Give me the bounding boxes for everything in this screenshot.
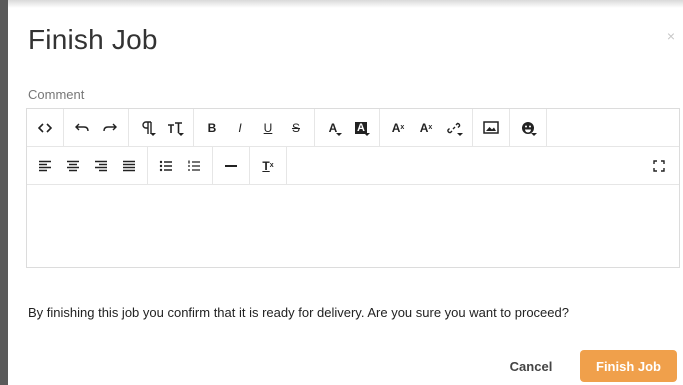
superscript-glyph: A	[391, 120, 401, 135]
cancel-button[interactable]: Cancel	[494, 350, 568, 382]
background-edge	[0, 0, 8, 385]
font-size-icon[interactable]	[161, 114, 189, 142]
subscript-glyph: A	[419, 120, 429, 135]
modal-shadow	[8, 0, 683, 8]
clear-format-icon[interactable]: Tx	[254, 152, 282, 180]
undo-icon[interactable]	[68, 114, 96, 142]
fullscreen-icon[interactable]	[645, 152, 673, 180]
bold-icon[interactable]: B	[198, 114, 226, 142]
toolbar-row-2: Tx	[27, 147, 679, 185]
comment-label: Comment	[28, 87, 85, 102]
code-view-icon[interactable]	[31, 114, 59, 142]
ordered-list-icon[interactable]	[180, 152, 208, 180]
dialog-title: Finish Job	[28, 24, 158, 55]
strikethrough-icon[interactable]: S	[282, 114, 310, 142]
redo-icon[interactable]	[96, 114, 124, 142]
background-color-icon[interactable]: A	[347, 114, 375, 142]
unordered-list-icon[interactable]	[152, 152, 180, 180]
align-left-icon[interactable]	[31, 152, 59, 180]
image-icon[interactable]	[477, 114, 505, 142]
subscript-icon[interactable]: Ax	[412, 114, 440, 142]
text-color-icon[interactable]: A	[319, 114, 347, 142]
paragraph-format-icon[interactable]	[133, 114, 161, 142]
horizontal-rule-icon[interactable]	[217, 152, 245, 180]
emoji-icon[interactable]	[514, 114, 542, 142]
align-right-icon[interactable]	[87, 152, 115, 180]
superscript-icon[interactable]: Ax	[384, 114, 412, 142]
comment-text-area[interactable]	[27, 185, 679, 269]
confirmation-message: By finishing this job you confirm that i…	[28, 305, 569, 320]
align-justify-icon[interactable]	[115, 152, 143, 180]
toolbar-row-1: B I U S A A Ax Ax	[27, 109, 679, 147]
close-icon[interactable]: ×	[667, 28, 675, 44]
finish-job-dialog: Finish Job × Comment B I U S A A A x A x…	[8, 8, 683, 385]
clear-format-glyph: T	[262, 158, 270, 173]
finish-job-button[interactable]: Finish Job	[580, 350, 677, 382]
italic-icon[interactable]: I	[226, 114, 254, 142]
link-icon[interactable]	[440, 114, 468, 142]
align-center-icon[interactable]	[59, 152, 87, 180]
underline-icon[interactable]: U	[254, 114, 282, 142]
comment-editor[interactable]: B I U S A A Ax Ax T x	[26, 108, 680, 268]
